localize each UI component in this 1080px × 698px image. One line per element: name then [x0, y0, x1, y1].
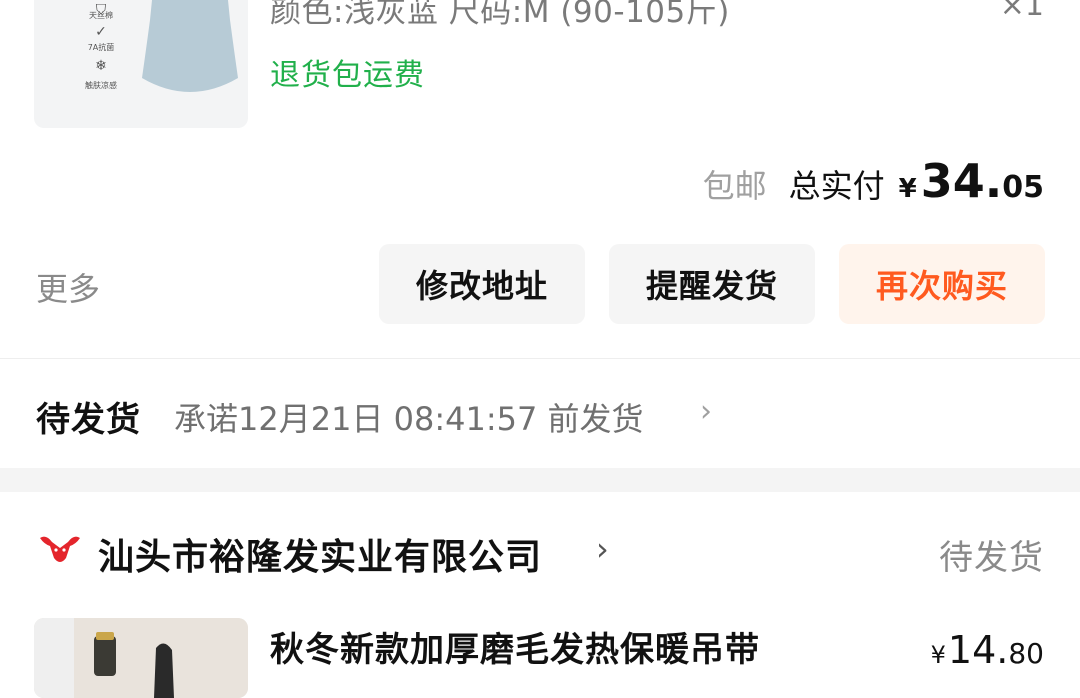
ship-promise-text: 承诺12月21日 08:41:57 前发货	[174, 400, 644, 438]
product-price: ¥ 14. 80	[931, 628, 1044, 672]
more-button[interactable]: 更多	[36, 264, 100, 310]
product-image	[34, 618, 248, 698]
badge-label: 天丝棉	[89, 11, 113, 20]
product-thumbnail[interactable]	[34, 618, 248, 698]
order-actions: 更多 修改地址 提醒发货 再次购买	[0, 244, 1080, 324]
price-integer: 14.	[947, 628, 1009, 672]
shield-check-icon: ✓	[95, 24, 107, 40]
chevron-right-icon: ›	[700, 394, 712, 429]
shop-header[interactable]: 汕头市裕隆发实业有限公司 › 待发货	[0, 520, 1080, 584]
currency-symbol: ¥	[898, 174, 917, 204]
buy-again-button[interactable]: 再次购买	[839, 244, 1045, 324]
snowflake-icon: ❄	[95, 58, 107, 74]
badge-label: 触肤凉感	[85, 81, 117, 90]
divider	[0, 358, 1080, 359]
modify-address-button[interactable]: 修改地址	[379, 244, 585, 324]
price-integer: 34.	[920, 154, 1003, 208]
return-shipping-tag: 退货包运费	[270, 58, 425, 93]
order-total: 包邮 总实付 ¥ 34. 05	[703, 154, 1044, 208]
pending-shipment-row[interactable]: 待发货 承诺12月21日 08:41:57 前发货 ›	[0, 380, 1080, 450]
quantity: ×1	[999, 0, 1044, 23]
price-decimal: 05	[1002, 170, 1044, 205]
shop-name[interactable]: 汕头市裕隆发实业有限公司	[98, 528, 542, 580]
product-spec: 颜色:浅灰蓝 尺码:M (90-105斤)	[270, 0, 730, 30]
remind-shipping-button[interactable]: 提醒发货	[609, 244, 815, 324]
product-thumbnail[interactable]: ⛉ 天丝棉 ✓ 7A抗菌 ❄ 触肤凉感	[34, 0, 248, 128]
badge-label: 7A抗菌	[87, 43, 115, 52]
order-status: 待发货	[939, 538, 1044, 578]
shop-logo-icon	[40, 536, 80, 562]
pending-status-title: 待发货	[36, 400, 141, 440]
price-decimal: 80	[1008, 637, 1044, 670]
currency-symbol: ¥	[930, 641, 946, 669]
tank-top-image	[142, 0, 238, 92]
free-shipping-label: 包邮	[702, 167, 767, 205]
product-title[interactable]: 秋冬新款加厚磨毛发热保暖吊带	[270, 622, 760, 671]
total-paid-label: 总实付	[788, 167, 885, 205]
section-separator	[0, 468, 1080, 492]
chevron-right-icon: ›	[596, 530, 609, 568]
